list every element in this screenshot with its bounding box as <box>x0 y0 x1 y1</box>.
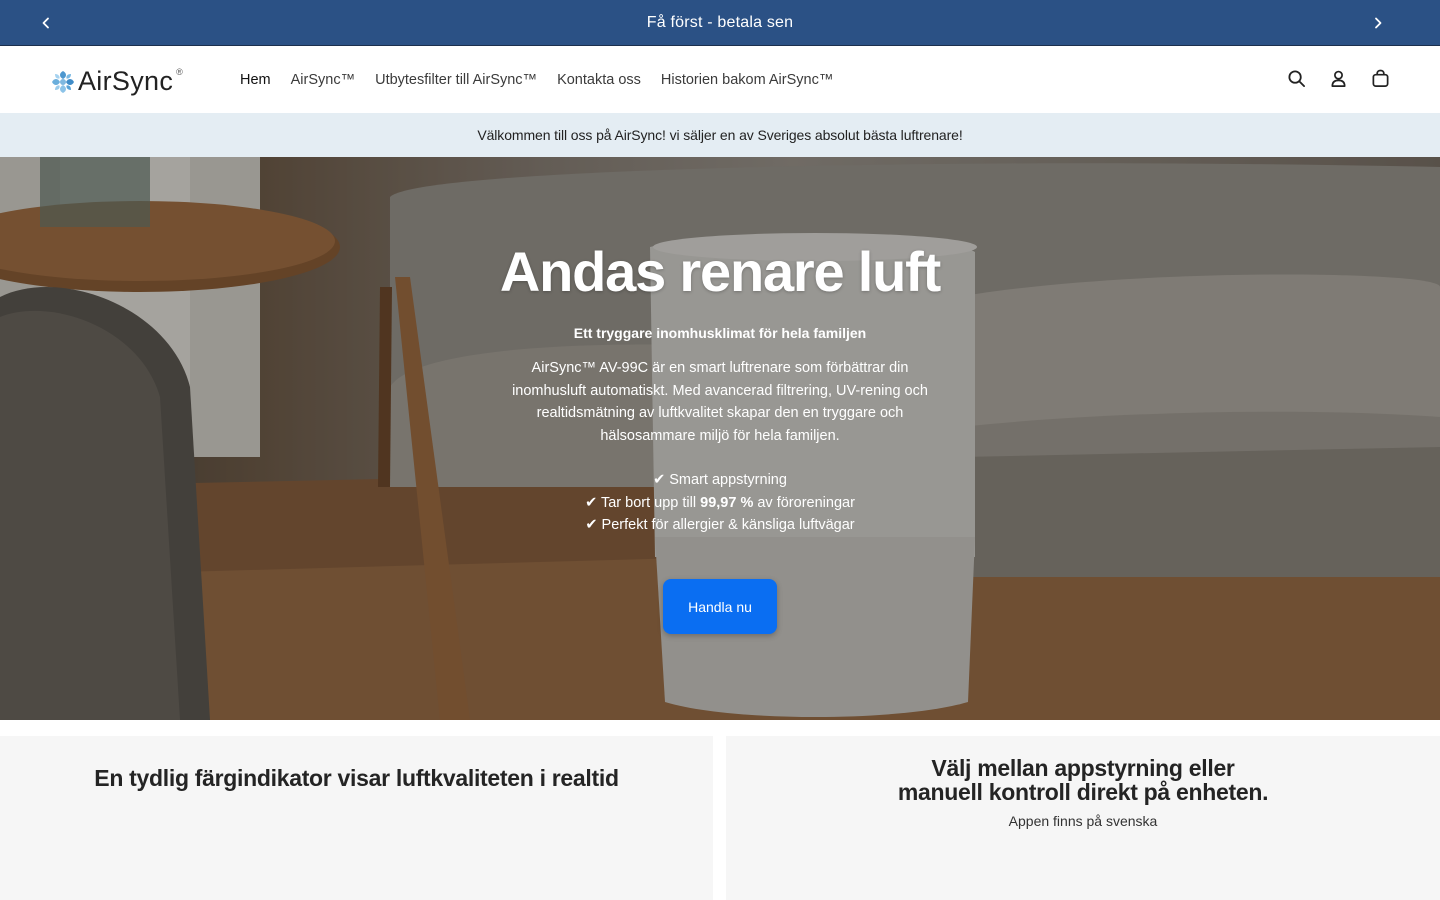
chevron-right-icon <box>1375 17 1382 29</box>
account-icon <box>1330 70 1346 87</box>
hero-subtitle: Ett tryggare inomhusklimat för hela fami… <box>573 325 867 341</box>
feature-card-control-title: Välj mellan appstyrning eller manuell ko… <box>726 756 1440 804</box>
feature-card-air-quality: En tydlig färgindikator visar luftkvalit… <box>0 736 713 900</box>
nav-item-airsync[interactable]: AirSync™ <box>291 72 355 88</box>
feature-bullet-pollutants-suffix: av föroreningar <box>753 494 855 511</box>
feature-bullet-pollutants-prefix: ✔ Tar bort upp till <box>585 494 701 511</box>
hero-feature-list: ✔ Smart appstyrning ✔ Tar bort upp till … <box>420 469 1020 537</box>
previous-announcement-button[interactable] <box>32 9 60 37</box>
brand-name: AirSync <box>78 66 174 96</box>
nav-item-utbytesfilter[interactable]: Utbytesfilter till AirSync™ <box>375 72 537 88</box>
announcement-text: Få först - betala sen <box>646 13 794 31</box>
feature-card-control-subtitle: Appen finns på svenska <box>1008 813 1158 829</box>
feature-bullet-allergies: ✔ Perfekt för allergier & känsliga luftv… <box>585 517 855 533</box>
header-actions <box>1286 67 1390 89</box>
welcome-banner: Välkommen till oss på AirSync! vi säljer… <box>0 113 1440 157</box>
shop-now-button[interactable]: Handla nu <box>663 579 777 634</box>
welcome-text: Välkommen till oss på AirSync! vi säljer… <box>477 127 963 143</box>
feature-card-control-title-line-2: manuell kontroll direkt på enheten. <box>897 779 1269 805</box>
nav-item-kontakta-oss[interactable]: Kontakta oss <box>557 72 641 88</box>
announcement-bar: Få först - betala sen <box>0 0 1440 46</box>
feature-card-control: Välj mellan appstyrning eller manuell ko… <box>726 736 1440 900</box>
cart-icon <box>1372 69 1388 87</box>
feature-bullet-pollutants-value: 99,97 % <box>700 494 754 511</box>
airsync-logo-icon <box>52 70 74 93</box>
brand-logo[interactable]: AirSync ® <box>50 66 183 97</box>
account-button[interactable] <box>1328 67 1348 89</box>
registered-mark: ® <box>176 66 183 77</box>
feature-bullet-pollutants: ✔ Tar bort upp till 99,97 % av förorenin… <box>420 492 1020 515</box>
hero-section: Andas renare luft Ett tryggare inomhuskl… <box>0 157 1440 720</box>
chevron-left-icon <box>42 17 49 29</box>
next-announcement-button[interactable] <box>1364 9 1392 37</box>
hero-description: AirSync™ AV-99C är en smart luftrenare s… <box>512 360 928 444</box>
search-button[interactable] <box>1286 67 1306 89</box>
search-icon <box>1287 69 1305 87</box>
feature-card-control-title-line-1: Välj mellan appstyrning eller <box>931 755 1235 781</box>
site-header: AirSync ® Hem AirSync™ Utbytesfilter til… <box>0 47 1440 113</box>
cart-button[interactable] <box>1370 67 1390 89</box>
feature-card-air-quality-title: En tydlig färgindikator visar luftkvalit… <box>94 765 619 791</box>
hero-content: Andas renare luft Ett tryggare inomhuskl… <box>420 239 1020 537</box>
features-section: En tydlig färgindikator visar luftkvalit… <box>0 720 1440 900</box>
nav-item-historien[interactable]: Historien bakom AirSync™ <box>661 72 833 88</box>
main-navigation: Hem AirSync™ Utbytesfilter till AirSync™… <box>240 47 833 113</box>
feature-bullet-app-control: ✔ Smart appstyrning <box>653 472 787 488</box>
nav-item-hem[interactable]: Hem <box>240 72 271 88</box>
hero-title: Andas renare luft <box>499 240 941 303</box>
